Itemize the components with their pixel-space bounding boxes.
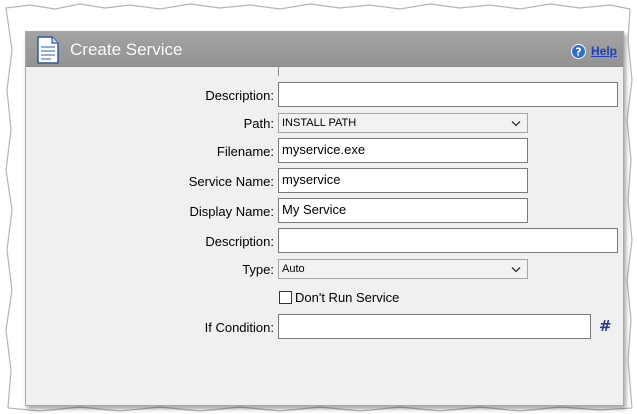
display-name-label: Display Name: bbox=[189, 204, 274, 219]
service-description-input[interactable] bbox=[278, 228, 618, 253]
service-description-label: Description: bbox=[205, 234, 274, 249]
help-link[interactable]: Help bbox=[591, 44, 617, 58]
description-label: Description: bbox=[205, 88, 274, 103]
create-service-dialog: Create Service ? Help Description: Path:… bbox=[25, 31, 624, 406]
if-condition-input[interactable] bbox=[278, 314, 591, 339]
path-selected-value: INSTALL PATH bbox=[282, 117, 357, 129]
path-label: Path: bbox=[243, 116, 274, 131]
service-name-label: Service Name: bbox=[188, 174, 274, 189]
type-label: Type: bbox=[242, 262, 274, 277]
dont-run-service-label[interactable]: Don't Run Service bbox=[295, 290, 399, 305]
if-condition-label: If Condition: bbox=[204, 320, 274, 335]
document-icon bbox=[37, 36, 59, 64]
question-circle-icon[interactable]: ? bbox=[570, 43, 586, 59]
display-name-input[interactable]: My Service bbox=[278, 198, 528, 223]
path-select[interactable]: INSTALL PATH bbox=[278, 113, 528, 133]
title-bar: Create Service ? Help bbox=[26, 32, 623, 67]
description-input[interactable] bbox=[278, 82, 618, 107]
dialog-title: Create Service bbox=[70, 40, 183, 59]
type-selected-value: Auto bbox=[282, 263, 305, 275]
chevron-down-icon bbox=[511, 120, 521, 126]
filename-input[interactable]: myservice.exe bbox=[278, 138, 528, 163]
condition-hash-button[interactable]: # bbox=[599, 317, 612, 335]
type-select[interactable]: Auto bbox=[278, 259, 528, 279]
service-name-input[interactable]: myservice bbox=[278, 168, 528, 193]
filename-label: Filename: bbox=[216, 144, 274, 159]
divider-tick bbox=[278, 67, 279, 76]
help-area[interactable]: ? Help bbox=[570, 43, 617, 59]
svg-text:?: ? bbox=[575, 45, 581, 58]
chevron-down-icon bbox=[511, 266, 521, 272]
dont-run-service-checkbox[interactable] bbox=[279, 291, 292, 304]
